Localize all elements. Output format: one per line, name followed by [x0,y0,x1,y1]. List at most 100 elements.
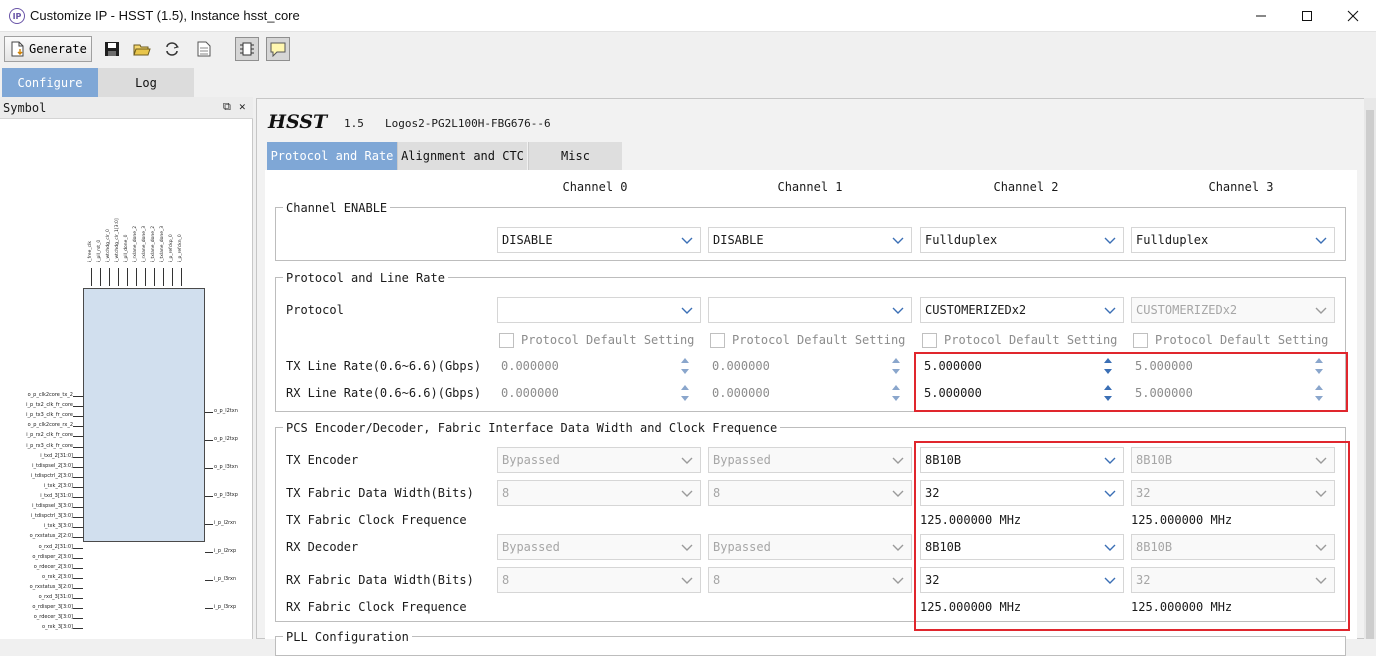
maximize-icon[interactable] [1284,0,1330,32]
pin-label: i_tdispsel_2[3:0] [32,462,73,469]
chevron-down-icon [681,307,693,314]
protocol-default-checkbox-ch2[interactable]: Protocol Default Setting [922,331,1117,349]
protocol-default-checkbox-ch0[interactable]: Protocol Default Setting [499,331,694,349]
pin-label: i_wtchdg_clr_0 [106,229,111,262]
close-icon[interactable] [1330,0,1376,32]
rx-line-rate-spinner-ch0[interactable]: 0.000000 [497,381,691,405]
protocol-default-label: Protocol Default Setting [1155,333,1329,347]
protocol-select-ch0[interactable] [497,297,701,323]
pin-label: o_p_clk2core_rx_2 [27,422,73,429]
comment-icon[interactable] [266,37,290,61]
tx-width-select-value: 8 [713,486,721,500]
symbol-right-pin: i_p_l2rxn [205,519,253,529]
spinner-arrows-icon[interactable] [890,383,902,403]
close-panel-icon[interactable]: ✕ [239,100,246,113]
tx-encoder-select-ch1[interactable]: Bypassed [708,447,912,473]
rx-width-select-ch1[interactable]: 8 [708,567,912,593]
tab-configure[interactable]: Configure [2,68,98,97]
checkbox-icon[interactable] [499,332,514,348]
spinner-arrows-icon[interactable] [890,356,902,376]
pin-label: i_wtchdg_clr_1[3:0] [115,218,120,262]
line-rate-highlight [914,352,1348,412]
pin-line [163,268,164,286]
protocol-select-ch2[interactable]: CUSTOMERIZEDx2 [920,297,1124,323]
rx-decoder-select-ch1[interactable]: Bypassed [708,534,912,560]
symbol-left-pin: i_p_tx3_clk_fr_core [0,411,83,421]
document-icon[interactable] [192,37,216,61]
minimize-icon[interactable] [1238,0,1284,32]
vertical-scrollbar[interactable] [1364,98,1376,639]
symbol-left-pin: o_p_clk2core_tx_2 [0,391,83,401]
symbol-panel-title: Symbol [3,101,47,115]
refresh-icon[interactable] [160,37,184,61]
generate-button[interactable]: Generate [4,36,92,62]
channel-enable-select-ch3[interactable]: Fullduplex [1131,227,1335,253]
pin-label: i_pll_done_0 [124,234,129,262]
open-folder-icon[interactable] [130,37,154,61]
protocol-default-checkbox-ch1[interactable]: Protocol Default Setting [710,331,905,349]
tab-misc[interactable]: Misc [528,142,622,170]
rx-width-select-ch0[interactable]: 8 [497,567,701,593]
tab-protocol-and-rate[interactable]: Protocol and Rate [267,142,397,170]
pin-label: i_txk_3[3:0] [43,523,73,530]
pin-line [205,524,213,525]
rx-width-label: RX Fabric Data Width(Bits) [286,573,474,587]
rx-width-select-value: 8 [713,573,721,587]
symbol-left-pin: o_rxstatus_3[2:0] [0,583,83,593]
tx-line-rate-spinner-ch0[interactable]: 0.000000 [497,354,691,378]
chevron-down-icon [892,237,904,244]
tx-width-select-ch0[interactable]: 8 [497,480,701,506]
pin-line [73,537,83,539]
window-title: Customize IP - HSST (1.5), Instance hsst… [30,8,300,23]
protocol-default-checkbox-ch3[interactable]: Protocol Default Setting [1133,331,1328,349]
channel-enable-select-ch1[interactable]: DISABLE [708,227,912,253]
rx-line-rate-spinner-value: 0.000000 [712,386,770,400]
symbol-top-pin: i_rxlane_done_3 [142,210,150,286]
protocol-label: Protocol [286,303,344,317]
protocol-select-ch3[interactable]: CUSTOMERIZEDx2 [1131,297,1335,323]
checkbox-icon[interactable] [922,332,937,348]
rx-line-rate-spinner-ch1[interactable]: 0.000000 [708,381,902,405]
spinner-arrows-icon[interactable] [679,356,691,376]
pin-label: i_tdispsel_3[3:0] [32,503,73,510]
protocol-select-ch1[interactable] [708,297,912,323]
symbol-top-pin: i_pll_done_0 [124,210,132,286]
rx-decoder-select-ch0[interactable]: Bypassed [497,534,701,560]
symbol-top-pin: i_p_refckp_0 [169,210,177,286]
symbol-left-pin: i_txd_3[31:0] [0,492,83,502]
symbol-left-pin: o_rdisper_3[3:0] [0,603,83,613]
pin-line [73,567,83,569]
chip-view-icon[interactable] [235,37,259,61]
pin-label: i_tdispctrl_3[3:0] [31,513,73,520]
generate-icon [11,41,24,57]
channel-enable-select-value: Fullduplex [1136,233,1209,247]
pin-line [73,486,83,488]
symbol-left-pin: o_rxd_3[31:0] [0,593,83,603]
symbol-right-pin: i_p_l3rxp [205,603,253,613]
channel-enable-select-ch2[interactable]: Fullduplex [920,227,1124,253]
app-logo-icon: IP [9,8,25,24]
tx-line-rate-spinner-ch1[interactable]: 0.000000 [708,354,902,378]
spinner-arrows-icon[interactable] [679,383,691,403]
pin-label: i_txlane_done_3 [160,225,165,262]
symbol-left-pin: i_tdispctrl_2[3:0] [0,472,83,482]
float-panel-icon[interactable]: ⧉ [223,100,231,114]
pin-line [91,268,92,286]
pin-label: i_p_refckn_0 [178,234,183,262]
tx-width-select-ch1[interactable]: 8 [708,480,912,506]
scrollbar-thumb[interactable] [1366,110,1374,639]
tx-encoder-select-ch0[interactable]: Bypassed [497,447,701,473]
channel-enable-select-ch0[interactable]: DISABLE [497,227,701,253]
tx-line-rate-label: TX Line Rate(0.6~6.6)(Gbps) [286,359,482,373]
channel-enable-select-value: DISABLE [502,233,553,247]
pin-line [205,608,213,609]
tab-alignment-and-ctc[interactable]: Alignment and CTC [397,142,527,170]
symbol-left-pin: i_tdispctrl_3[3:0] [0,512,83,522]
checkbox-icon[interactable] [710,332,725,348]
chevron-down-icon [1315,307,1327,314]
checkbox-icon[interactable] [1133,332,1148,348]
save-icon[interactable] [100,37,124,61]
pin-line [154,268,155,286]
tab-log[interactable]: Log [98,68,194,97]
pin-label: i_pll_rst_0 [97,239,102,262]
